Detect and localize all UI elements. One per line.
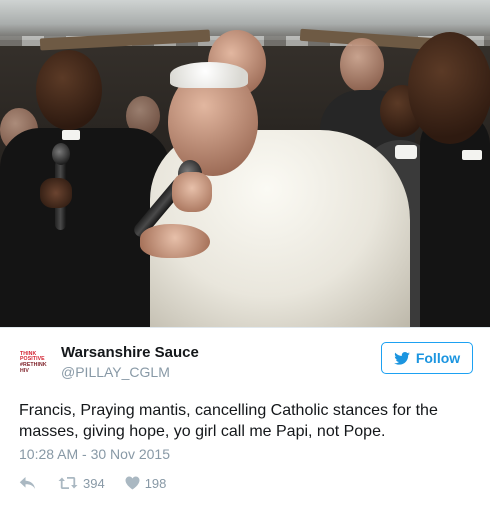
follow-button[interactable]: Follow (381, 342, 473, 374)
priest-hand (40, 178, 72, 208)
user-handle[interactable]: @PILLAY_CGLM (61, 364, 170, 380)
tweet-text: Francis, Praying mantis, cancelling Cath… (19, 402, 438, 440)
reply-button[interactable] (19, 476, 36, 490)
pope-hand (140, 224, 210, 258)
timestamp[interactable]: 10:28 AM - 30 Nov 2015 (19, 446, 170, 462)
photo-divider (0, 327, 490, 328)
pope-hand (172, 172, 212, 212)
avatar-text: HIV (20, 367, 29, 374)
priest-left-head (36, 50, 102, 130)
tweet-actions: 394 198 (19, 473, 166, 493)
like-count: 198 (144, 475, 167, 491)
display-name[interactable]: Warsanshire Sauce (61, 344, 199, 361)
follow-label: Follow (415, 350, 461, 366)
crowd-person (340, 38, 384, 92)
reply-arrow-icon (19, 477, 36, 489)
clerical-collar (462, 150, 482, 160)
heart-icon (125, 476, 140, 490)
clerical-collar (62, 130, 80, 140)
retweet-button[interactable]: 394 (58, 476, 105, 491)
retweet-icon (58, 477, 78, 489)
microphone-head (52, 143, 70, 165)
tweet-photo[interactable] (0, 0, 490, 327)
zucchetto-cap (170, 62, 248, 88)
clerical-collar (395, 145, 417, 159)
avatar[interactable]: THINK POSITIVE #RETHINK HIV (20, 347, 52, 379)
twitter-bird-icon (394, 351, 410, 365)
like-button[interactable]: 198 (125, 475, 167, 491)
priest-right-head (408, 32, 490, 144)
retweet-count: 394 (83, 475, 105, 491)
